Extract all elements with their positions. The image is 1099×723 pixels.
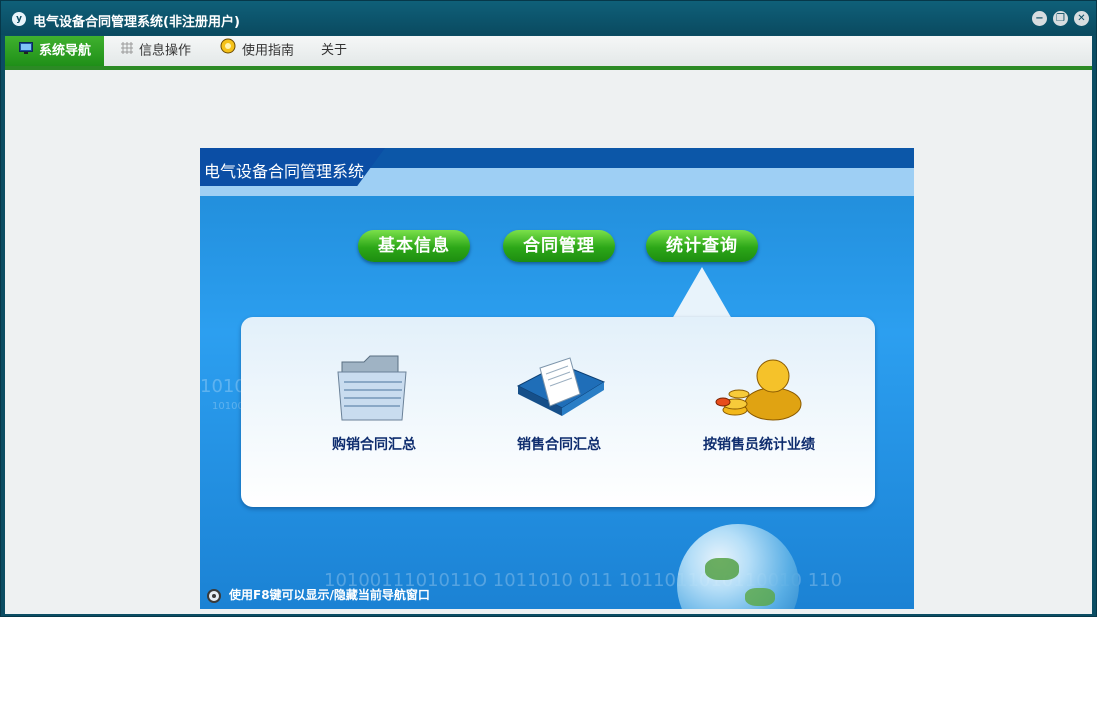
menu-item-label: 关于 bbox=[321, 43, 348, 58]
globe-land bbox=[705, 558, 739, 580]
feature-card: 购销合同汇总 销售合同汇总 按销售员统计业绩 bbox=[241, 317, 875, 507]
menu-item-label: 信息操作 bbox=[139, 43, 192, 59]
contract-management-button[interactable]: 合同管理 bbox=[503, 230, 615, 262]
grid-icon bbox=[121, 36, 133, 66]
nav-title: 电气设备合同管理系统 bbox=[204, 162, 365, 181]
menu-item-user-guide[interactable]: 使用指南 bbox=[220, 36, 294, 66]
menu-bar: 系统导航 信息操作 使用指南 关于 bbox=[5, 36, 1092, 70]
restore-button[interactable]: ❐ bbox=[1053, 11, 1068, 26]
binary-decoration: 10100 bbox=[212, 401, 244, 412]
basic-info-button[interactable]: 基本信息 bbox=[358, 230, 470, 262]
navigation-panel: 电气设备合同管理系统 1010 10100 基本信息 合同管理 统计查询 购销合… bbox=[200, 148, 914, 609]
hint-text: 使用F8键可以显示/隐藏当前导航窗口 bbox=[229, 588, 430, 602]
feature-label: 购销合同汇总 bbox=[332, 437, 416, 453]
f8-hint: 使用F8键可以显示/隐藏当前导航窗口 bbox=[207, 585, 430, 605]
card-pointer bbox=[672, 267, 732, 319]
folder-icon bbox=[336, 352, 412, 428]
title-bar[interactable]: y 电气设备合同管理系统(非注册用户) − ❐ ✕ bbox=[1, 1, 1096, 35]
guide-icon bbox=[220, 36, 236, 66]
close-button[interactable]: ✕ bbox=[1074, 11, 1089, 26]
globe-land bbox=[745, 588, 775, 606]
minimize-button[interactable]: − bbox=[1032, 11, 1047, 26]
window-title: 电气设备合同管理系统(非注册用户) bbox=[33, 15, 240, 30]
feature-label: 销售合同汇总 bbox=[517, 437, 601, 453]
menu-item-label: 系统导航 bbox=[39, 43, 92, 59]
book-icon bbox=[516, 356, 606, 422]
app-logo-icon: y bbox=[12, 12, 26, 26]
feature-label: 按销售员统计业绩 bbox=[703, 437, 815, 453]
monitor-icon bbox=[19, 36, 33, 66]
statistics-query-button[interactable]: 统计查询 bbox=[646, 230, 758, 262]
menu-item-about[interactable]: 关于 bbox=[321, 36, 347, 66]
menu-item-label: 使用指南 bbox=[242, 43, 295, 59]
hint-icon bbox=[207, 588, 221, 603]
person-coins-icon bbox=[715, 356, 803, 426]
menu-item-info-ops[interactable]: 信息操作 bbox=[121, 36, 191, 66]
binary-decoration: 1010 bbox=[200, 376, 246, 397]
menu-item-system-nav[interactable]: 系统导航 bbox=[5, 36, 104, 66]
